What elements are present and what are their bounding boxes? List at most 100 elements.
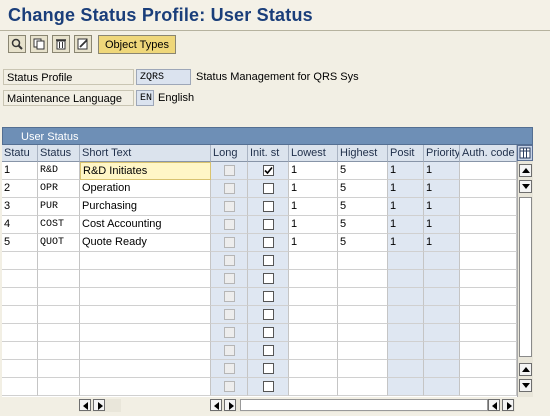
initial-status-cell[interactable] [248,378,289,396]
long-text-cell[interactable] [211,216,248,234]
scroll-up-small-button[interactable] [519,363,532,376]
long-text-cell[interactable] [211,270,248,288]
highest-cell[interactable]: 5 [338,216,388,234]
short-text-cell[interactable]: Operation [80,180,211,198]
short-text-cell[interactable] [80,342,211,360]
initial-status-checkbox[interactable] [263,381,274,392]
short-text-cell[interactable]: Quote Ready [80,234,211,252]
delete-button[interactable] [52,35,70,53]
lowest-cell[interactable]: 1 [289,198,338,216]
short-text-cell[interactable] [80,270,211,288]
col-position-header[interactable]: Posit [388,145,424,162]
scroll-right-end-button[interactable] [502,399,514,411]
scroll-right-button[interactable] [93,399,105,411]
long-text-cell[interactable] [211,252,248,270]
lowest-cell[interactable] [289,252,338,270]
status-cell[interactable] [38,288,80,306]
position-cell[interactable] [388,288,424,306]
scroll-right-button[interactable] [224,399,236,411]
priority-cell[interactable] [424,306,460,324]
position-cell[interactable] [388,306,424,324]
long-text-cell[interactable] [211,180,248,198]
short-text-cell[interactable] [80,288,211,306]
status-number-cell[interactable] [2,270,38,288]
highest-cell[interactable]: 5 [338,162,388,180]
status-number-cell[interactable]: 1 [2,162,38,180]
lowest-cell[interactable]: 1 [289,234,338,252]
lowest-cell[interactable]: 1 [289,180,338,198]
highest-cell[interactable]: 5 [338,234,388,252]
status-cell[interactable] [38,342,80,360]
status-number-cell[interactable] [2,324,38,342]
lowest-cell[interactable] [289,306,338,324]
short-text-cell[interactable] [80,324,211,342]
lowest-cell[interactable]: 1 [289,216,338,234]
highest-cell[interactable] [338,306,388,324]
auth-code-cell[interactable] [460,198,517,216]
initial-status-checkbox[interactable] [263,183,274,194]
short-text-cell[interactable]: R&D Initiates [80,162,211,180]
col-long-text-header[interactable]: Long [211,145,248,162]
status-cell[interactable]: COST [38,216,80,234]
auth-code-cell[interactable] [460,288,517,306]
object-types-button[interactable]: Object Types [98,35,176,54]
highest-cell[interactable] [338,360,388,378]
column-settings-button[interactable] [517,145,533,161]
scroll-left-end-button[interactable] [488,399,500,411]
status-cell[interactable]: R&D [38,162,80,180]
position-cell[interactable]: 1 [388,180,424,198]
highest-cell[interactable] [338,342,388,360]
position-cell[interactable] [388,252,424,270]
position-cell[interactable]: 1 [388,198,424,216]
initial-status-checkbox[interactable] [263,327,274,338]
status-number-cell[interactable] [2,360,38,378]
lowest-cell[interactable] [289,288,338,306]
status-number-cell[interactable] [2,306,38,324]
short-text-cell[interactable] [80,378,211,396]
auth-code-cell[interactable] [460,378,517,396]
status-cell[interactable]: OPR [38,180,80,198]
status-cell[interactable] [38,270,80,288]
initial-status-checkbox[interactable] [263,345,274,356]
scroll-left-button[interactable] [210,399,222,411]
lowest-cell[interactable] [289,378,338,396]
position-cell[interactable] [388,342,424,360]
long-text-cell[interactable] [211,288,248,306]
short-text-cell[interactable] [80,252,211,270]
priority-cell[interactable] [424,342,460,360]
initial-status-cell[interactable] [248,234,289,252]
initial-status-checkbox[interactable] [263,165,274,176]
position-cell[interactable] [388,270,424,288]
position-cell[interactable] [388,360,424,378]
long-text-cell[interactable] [211,162,248,180]
initial-status-cell[interactable] [248,324,289,342]
status-cell[interactable] [38,378,80,396]
col-short-text-header[interactable]: Short Text [80,145,211,162]
col-lowest-header[interactable]: Lowest [289,145,338,162]
lowest-cell[interactable] [289,342,338,360]
lowest-cell[interactable] [289,360,338,378]
highest-cell[interactable] [338,288,388,306]
copy-button[interactable] [30,35,48,53]
status-number-cell[interactable] [2,378,38,396]
initial-status-cell[interactable] [248,216,289,234]
initial-status-cell[interactable] [248,162,289,180]
lowest-cell[interactable]: 1 [289,162,338,180]
auth-code-cell[interactable] [460,180,517,198]
status-cell[interactable] [38,360,80,378]
initial-status-cell[interactable] [248,252,289,270]
status-cell[interactable]: PUR [38,198,80,216]
initial-status-checkbox[interactable] [263,291,274,302]
auth-code-cell[interactable] [460,162,517,180]
highest-cell[interactable] [338,324,388,342]
initial-status-checkbox[interactable] [263,273,274,284]
highest-cell[interactable] [338,270,388,288]
highest-cell[interactable] [338,252,388,270]
horizontal-scrollbar[interactable] [210,399,515,412]
col-status-number-header[interactable]: Statu [2,145,38,162]
highest-cell[interactable] [338,378,388,396]
long-text-cell[interactable] [211,378,248,396]
position-cell[interactable]: 1 [388,234,424,252]
position-cell[interactable] [388,378,424,396]
initial-status-cell[interactable] [248,342,289,360]
